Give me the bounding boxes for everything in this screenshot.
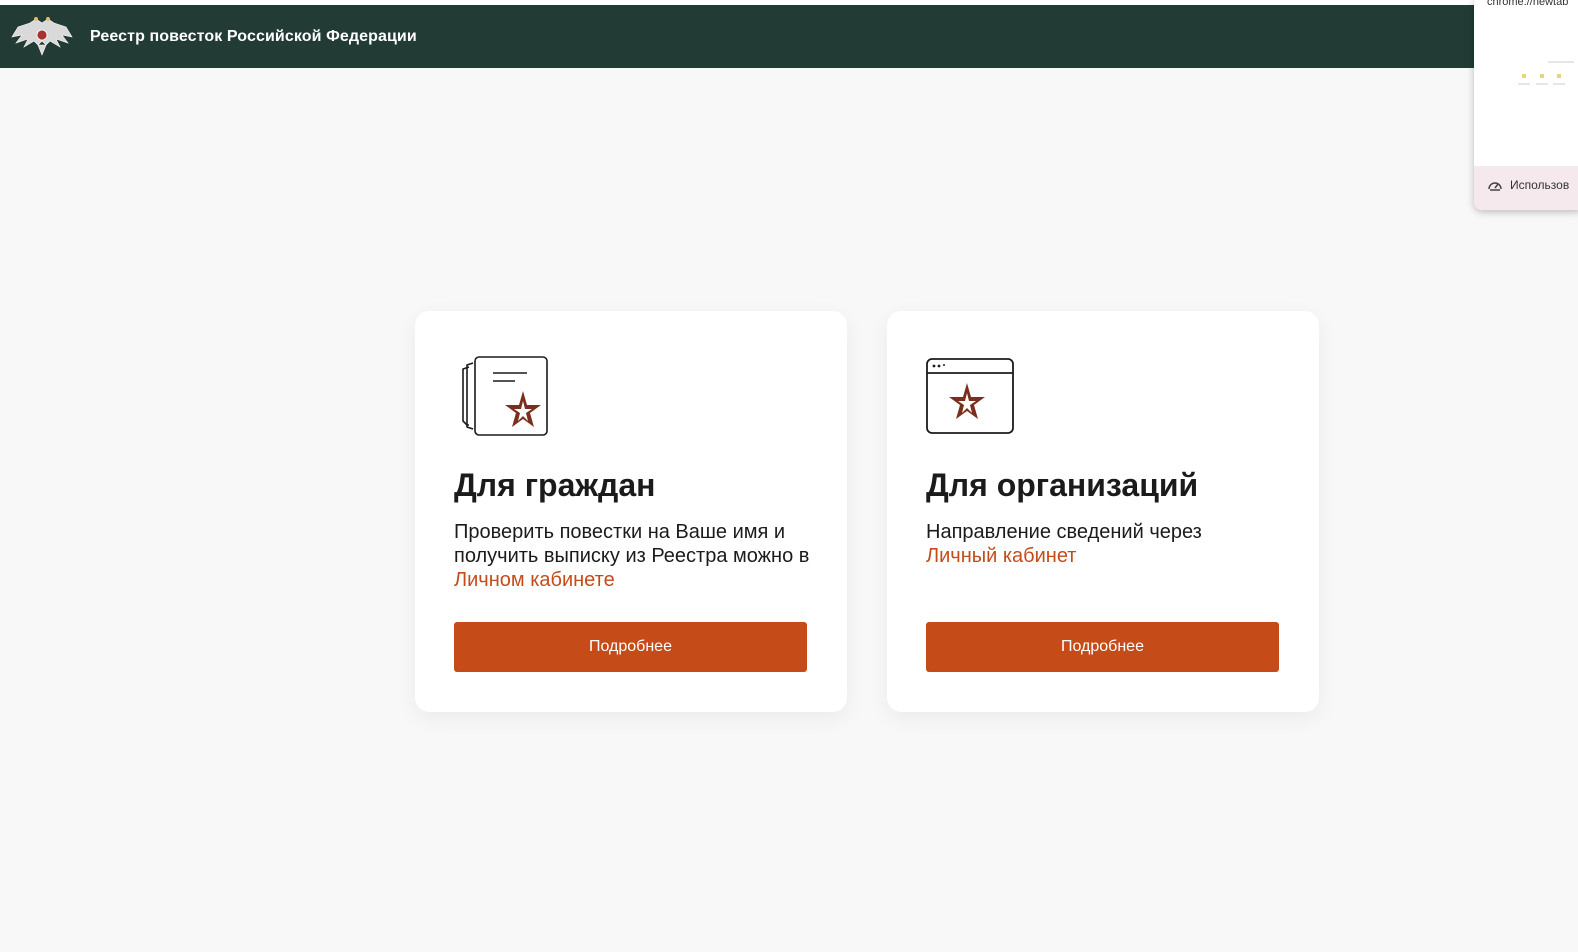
more-button-organizations[interactable]: Подробнее bbox=[926, 622, 1279, 672]
tab-hover-preview[interactable]: chrome://newtab Использов bbox=[1474, 0, 1578, 210]
personal-account-link-organizations[interactable]: Личный кабинет bbox=[926, 545, 1076, 567]
card-title-organizations: Для организаций bbox=[926, 467, 1199, 503]
card-description-organizations: Направление сведений через Личный кабине… bbox=[926, 520, 1296, 568]
personal-account-link-citizens[interactable]: Личном кабинете bbox=[454, 569, 615, 591]
card-text-citizens: Проверить повестки на Ваше имя и получит… bbox=[454, 521, 810, 567]
site-header: Реестр повесток Российской Федерации bbox=[0, 5, 1578, 68]
tab-preview-footer: Использов bbox=[1474, 166, 1578, 210]
tab-preview-footer-text: Использов bbox=[1510, 178, 1570, 192]
citizens-card: Для граждан Проверить повестки на Ваше и… bbox=[415, 311, 847, 712]
card-text-organizations: Направление сведений через bbox=[926, 521, 1202, 543]
card-description-citizens: Проверить повестки на Ваше имя и получит… bbox=[454, 520, 824, 592]
card-title-citizens: Для граждан bbox=[454, 467, 656, 503]
emblem-logo[interactable] bbox=[10, 15, 74, 59]
browser-window-star-icon bbox=[925, 351, 1021, 441]
tab-preview-thumbnail bbox=[1504, 58, 1578, 98]
site-title[interactable]: Реестр повесток Российской Федерации bbox=[90, 28, 417, 46]
document-star-icon bbox=[453, 351, 549, 441]
organizations-card: Для организаций Направление сведений чер… bbox=[887, 311, 1319, 712]
more-button-citizens[interactable]: Подробнее bbox=[454, 622, 807, 672]
tab-preview-url: chrome://newtab bbox=[1487, 0, 1569, 8]
memory-usage-icon bbox=[1487, 178, 1503, 194]
